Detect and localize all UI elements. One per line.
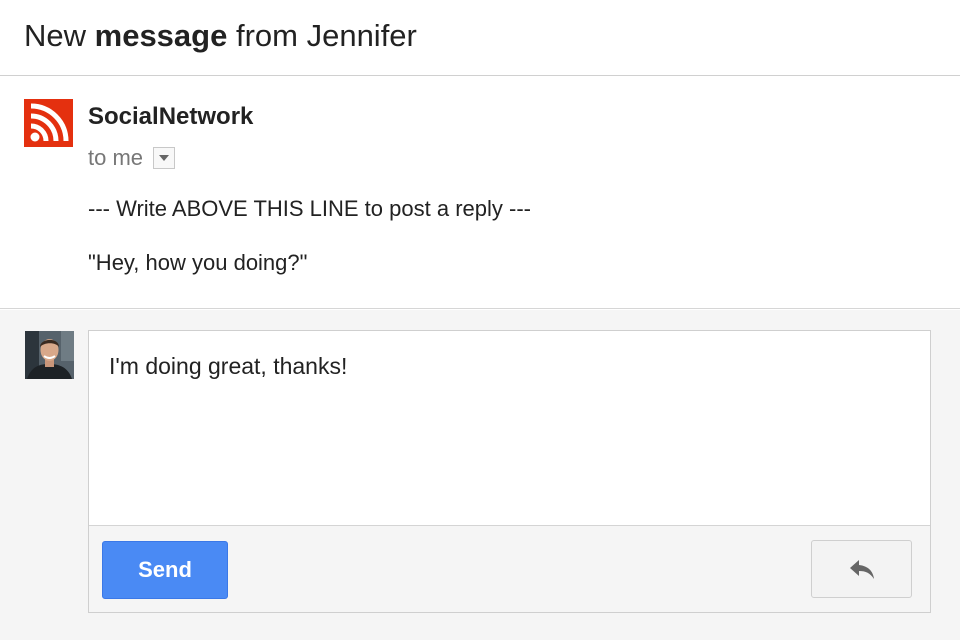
user-avatar: [25, 331, 74, 379]
message-card: SocialNetwork to me --- Write ABOVE THIS…: [0, 77, 960, 309]
reply-compose-box: I'm doing great, thanks! Send: [88, 330, 931, 613]
reply-button[interactable]: [811, 540, 912, 598]
reply-arrow-icon: [849, 560, 874, 579]
reply-area: I'm doing great, thanks! Send: [0, 310, 960, 640]
sender-name[interactable]: SocialNetwork: [88, 103, 253, 131]
reply-instruction-line: --- Write ABOVE THIS LINE to post a repl…: [88, 196, 531, 221]
reply-text-area[interactable]: I'm doing great, thanks!: [89, 331, 930, 526]
rss-feed-icon: [24, 99, 73, 147]
email-subject: New message from Jennifer: [24, 18, 417, 54]
send-button[interactable]: Send: [102, 541, 228, 599]
show-details-button[interactable]: [153, 147, 176, 169]
subject-emphasis: message: [94, 18, 228, 53]
recipient-row: to me: [88, 143, 176, 173]
subject-suffix: from Jennifer: [227, 18, 417, 53]
recipient-label: to me: [88, 145, 144, 170]
subject-prefix: New: [24, 18, 95, 53]
subject-bar: New message from Jennifer: [0, 0, 960, 76]
chevron-down-icon: [159, 155, 170, 161]
message-body-text: "Hey, how you doing?": [88, 250, 308, 275]
